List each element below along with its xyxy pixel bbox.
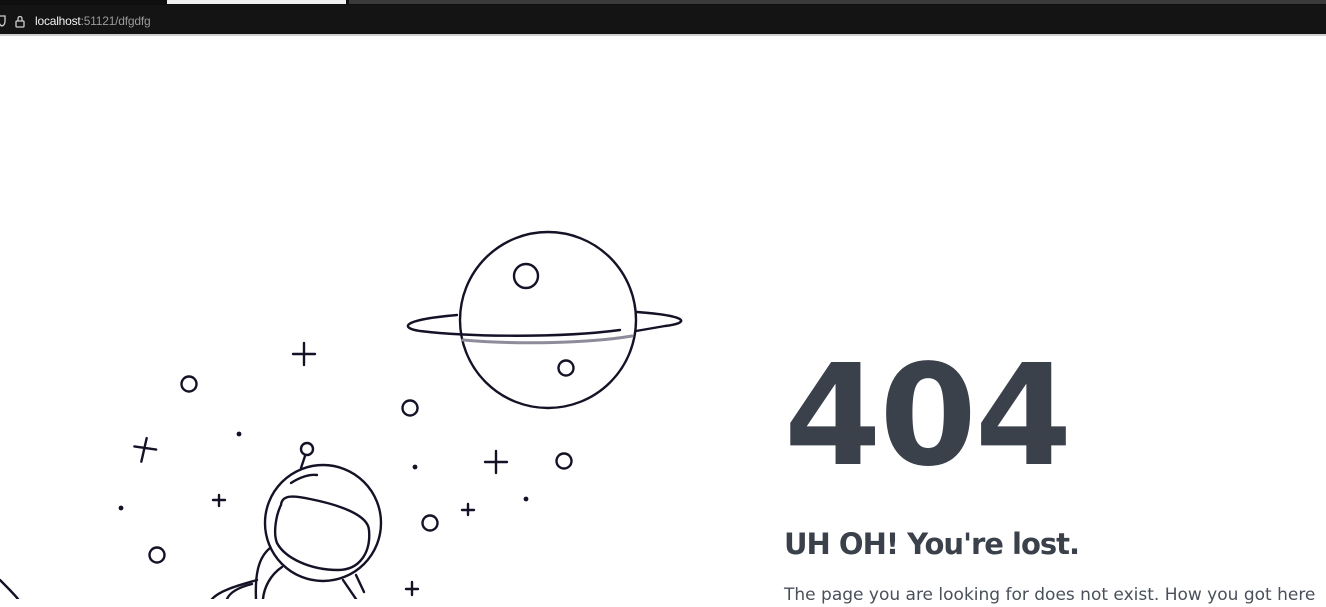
url-path: :51121/dfgdfg: [80, 14, 151, 28]
active-tab[interactable]: [167, 0, 346, 4]
dots: [118, 431, 529, 511]
shield-icon[interactable]: [0, 15, 6, 27]
space-illustration: [0, 230, 683, 599]
url-host: localhost: [35, 14, 81, 28]
lock-icon[interactable]: [14, 15, 26, 28]
error-code: 404: [784, 335, 1072, 498]
planet-icon: [406, 230, 683, 410]
star-icon: [133, 341, 509, 597]
astronaut-icon: [210, 441, 383, 599]
error-heading: UH OH! You're lost.: [784, 527, 1080, 561]
url-text[interactable]: localhost:51121/dfgdfg: [35, 14, 151, 28]
error-message: The page you are looking for does not ex…: [784, 585, 1316, 605]
address-bar[interactable]: localhost:51121/dfgdfg: [0, 8, 1326, 34]
tab-strip: [0, 0, 1326, 5]
tab-bar-background: [349, 0, 1326, 4]
browser-chrome: localhost:51121/dfgdfg: [0, 0, 1326, 35]
